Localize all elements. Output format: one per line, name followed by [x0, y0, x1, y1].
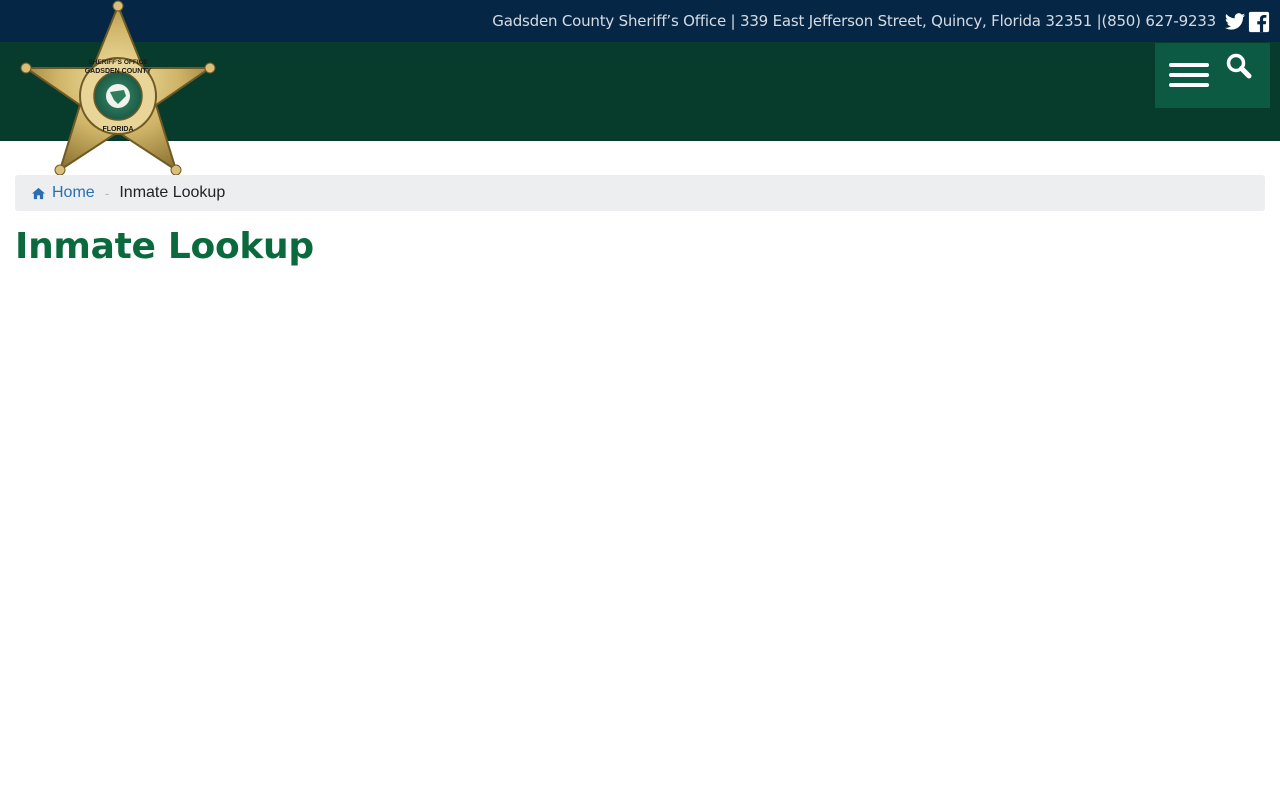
breadcrumb: Home - Inmate Lookup — [15, 175, 1265, 211]
badge-text-mid: GADSDEN COUNTY — [85, 68, 152, 75]
breadcrumb-current: Inmate Lookup — [119, 184, 226, 201]
badge-text-bottom: FLORIDA — [102, 126, 133, 133]
facebook-icon[interactable] — [1248, 11, 1270, 33]
search-icon[interactable] — [1225, 52, 1253, 80]
twitter-icon[interactable] — [1224, 11, 1246, 33]
hamburger-menu-icon[interactable] — [1169, 63, 1209, 89]
home-icon — [32, 187, 45, 199]
breadcrumb-home-label: Home — [52, 184, 95, 201]
breadcrumb-home-link[interactable]: Home — [31, 184, 95, 202]
breadcrumb-separator: - — [104, 185, 110, 201]
sheriff-star-badge-logo[interactable]: SHERIFF'S OFFICE GADSDEN COUNTY FLORIDA — [20, 0, 216, 186]
badge-text-top: SHERIFF'S OFFICE — [88, 59, 148, 66]
contact-info: Gadsden County Sheriff’s Office | 339 Ea… — [492, 12, 1216, 30]
page-title: Inmate Lookup — [15, 226, 314, 267]
menu-search-panel — [1155, 43, 1270, 108]
